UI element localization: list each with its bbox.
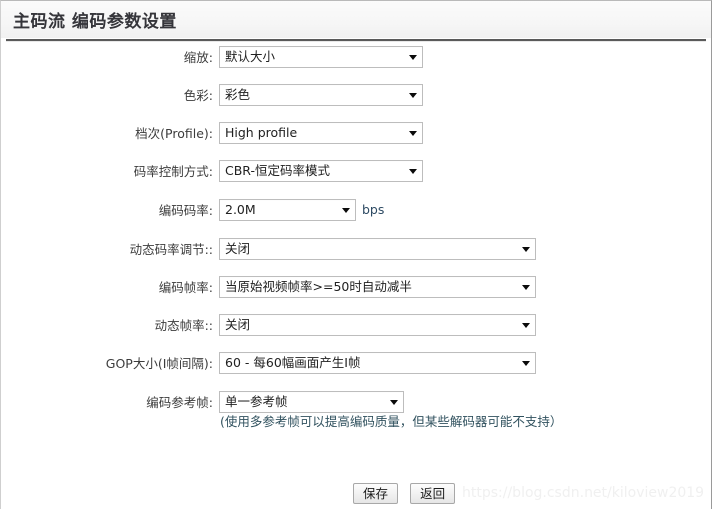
label-wrap-dynamic-framerate: 动态帧率::	[1, 314, 213, 338]
settings-page: 主码流 编码参数设置 缩放: 默认大小色彩: 彩色档次(Profile): High …	[0, 0, 712, 509]
field-label-encoding-bitrate: 编码码率:	[158, 203, 213, 218]
chevron-down-icon	[409, 55, 417, 60]
chevron-down-icon	[390, 400, 398, 405]
select-value-dynamic-bitrate-adjust: 关闭	[225, 241, 251, 256]
select-bitrate-control-mode[interactable]: CBR-恒定码率模式	[219, 160, 423, 182]
save-button[interactable]: 保存	[353, 483, 398, 504]
field-label-reference-frames: 编码参考帧:	[146, 395, 213, 410]
select-value-color: 彩色	[225, 87, 251, 102]
select-value-encoding-framerate: 当原始视频帧率>=50时自动减半	[225, 279, 412, 294]
field-label-encoding-framerate: 编码帧率:	[158, 280, 213, 295]
select-value-bitrate-control-mode: CBR-恒定码率模式	[225, 163, 330, 178]
chevron-down-icon	[522, 247, 530, 252]
chevron-down-icon	[522, 361, 530, 366]
chevron-down-icon	[522, 285, 530, 290]
watermark: https://blog.csdn.net/kiloview2019	[462, 485, 705, 501]
chevron-down-icon	[409, 93, 417, 98]
field-label-profile: 档次(Profile):	[135, 126, 213, 141]
select-scaling[interactable]: 默认大小	[219, 46, 423, 68]
select-reference-frames[interactable]: 单一参考帧	[219, 391, 404, 413]
chevron-down-icon	[342, 208, 350, 213]
field-label-scaling: 缩放:	[183, 50, 213, 65]
select-dynamic-framerate[interactable]: 关闭	[219, 314, 536, 336]
unit-label-encoding-bitrate: bps	[362, 202, 385, 217]
label-wrap-encoding-framerate: 编码帧率:	[1, 276, 213, 300]
select-value-gop-size: 60 - 每60幅画面产生I帧	[225, 355, 361, 370]
select-color[interactable]: 彩色	[219, 84, 423, 106]
label-wrap-profile: 档次(Profile):	[1, 122, 213, 146]
label-wrap-scaling: 缩放:	[1, 46, 213, 70]
label-wrap-bitrate-control-mode: 码率控制方式:	[1, 160, 213, 184]
field-label-dynamic-bitrate-adjust: 动态码率调节::	[129, 242, 213, 257]
select-value-profile: High profile	[225, 125, 298, 140]
field-label-gop-size: GOP大小(I帧间隔):	[105, 356, 213, 371]
label-wrap-encoding-bitrate: 编码码率:	[1, 199, 213, 223]
field-label-dynamic-framerate: 动态帧率::	[154, 318, 213, 333]
field-hint-reference-frames: (使用多参考帧可以提高编码质量，但某些解码器可能不支持）	[220, 414, 563, 429]
select-encoding-framerate[interactable]: 当原始视频帧率>=50时自动减半	[219, 276, 536, 298]
select-value-reference-frames: 单一参考帧	[225, 394, 288, 409]
chevron-down-icon	[409, 169, 417, 174]
label-wrap-gop-size: GOP大小(I帧间隔):	[1, 352, 213, 376]
form-actions: 保存 返回	[353, 483, 462, 504]
select-value-scaling: 默认大小	[225, 49, 276, 64]
label-wrap-color: 色彩:	[1, 84, 213, 108]
field-label-color: 色彩:	[183, 88, 213, 103]
select-profile[interactable]: High profile	[219, 122, 423, 144]
field-label-bitrate-control-mode: 码率控制方式:	[133, 164, 213, 179]
label-wrap-dynamic-bitrate-adjust: 动态码率调节::	[1, 238, 213, 262]
select-dynamic-bitrate-adjust[interactable]: 关闭	[219, 238, 536, 260]
select-gop-size[interactable]: 60 - 每60幅画面产生I帧	[219, 352, 536, 374]
page-title: 主码流 编码参数设置	[13, 12, 177, 32]
label-wrap-reference-frames: 编码参考帧:	[1, 391, 213, 415]
page-header: 主码流 编码参数设置	[1, 1, 711, 38]
select-value-encoding-bitrate: 2.0M	[225, 202, 256, 217]
chevron-down-icon	[409, 131, 417, 136]
select-encoding-bitrate[interactable]: 2.0M	[219, 199, 356, 221]
select-value-dynamic-framerate: 关闭	[225, 317, 251, 332]
chevron-down-icon	[522, 323, 530, 328]
back-button[interactable]: 返回	[410, 483, 456, 504]
header-divider	[6, 39, 706, 42]
